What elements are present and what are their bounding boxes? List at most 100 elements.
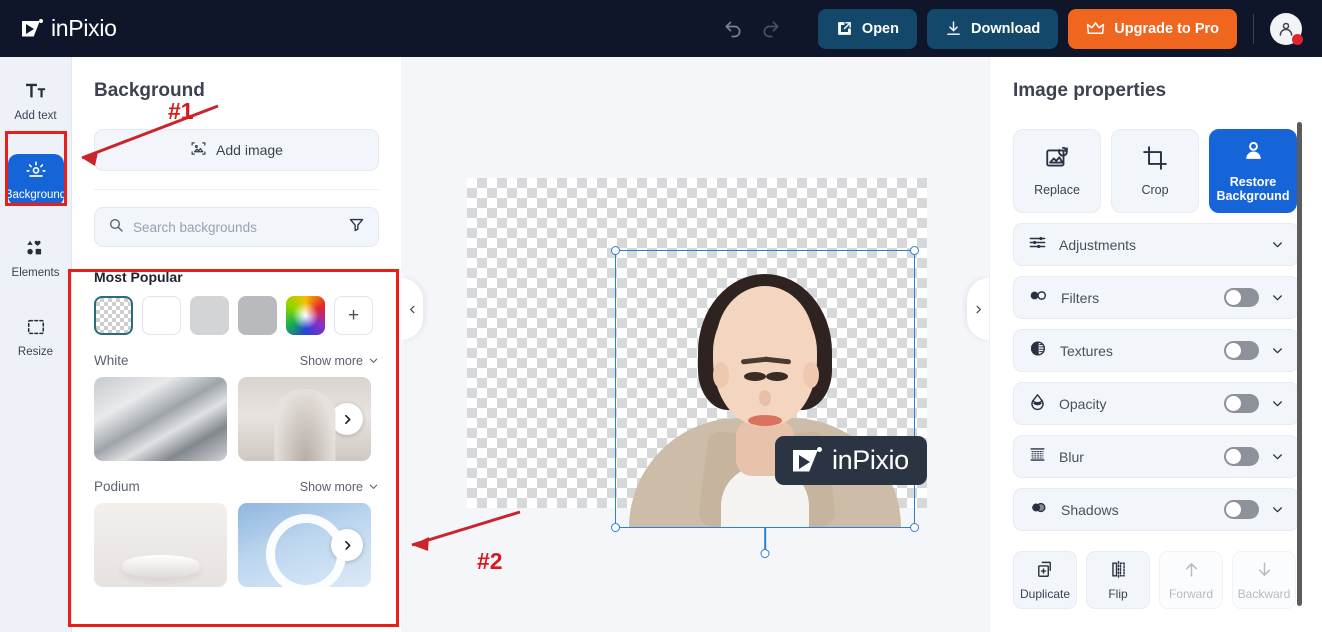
shadows-toggle[interactable]	[1224, 500, 1259, 519]
app-brand-name: inPixio	[51, 15, 117, 41]
search-input[interactable]	[133, 219, 339, 235]
resize-handle-bottom-right[interactable]	[910, 523, 919, 532]
restore-background-button[interactable]: Restore Background	[1209, 129, 1297, 213]
chevron-down-icon[interactable]	[1271, 397, 1284, 410]
add-image-label: Add image	[216, 142, 283, 158]
replace-image-icon	[1044, 145, 1070, 174]
duplicate-button-label: Duplicate	[1019, 586, 1071, 601]
crop-button[interactable]: Crop	[1111, 129, 1199, 213]
row-opacity-label: Opacity	[1059, 395, 1107, 412]
annotation-label-2: #2	[477, 548, 503, 574]
flip-icon	[1109, 560, 1128, 582]
chevron-right-icon	[976, 305, 981, 313]
shadows-icon	[1028, 498, 1049, 522]
chevron-down-icon[interactable]	[1271, 238, 1284, 251]
notification-badge	[1292, 33, 1303, 45]
chevron-down-icon[interactable]	[1271, 503, 1284, 516]
flip-button-label: Flip	[1108, 586, 1128, 601]
backward-button[interactable]: Backward	[1232, 551, 1296, 609]
panel-divider	[94, 189, 379, 190]
resize-handle-top-right[interactable]	[910, 246, 919, 255]
row-shadows-label: Shadows	[1061, 501, 1119, 518]
text-icon	[25, 81, 47, 106]
row-opacity[interactable]: Opacity	[1013, 382, 1299, 425]
user-avatar-icon[interactable]	[1270, 12, 1303, 45]
inpixio-logo-icon	[793, 446, 823, 476]
inpixio-editor: inPixio Open Download Upgrade to Pro Add…	[0, 0, 1322, 632]
filter-icon[interactable]	[348, 216, 365, 238]
rotate-handle[interactable]	[760, 549, 770, 558]
duplicate-button[interactable]: Duplicate	[1013, 551, 1077, 609]
row-blur-label: Blur	[1059, 448, 1084, 465]
search-backgrounds-row	[94, 207, 379, 247]
undo-icon[interactable]	[714, 10, 752, 48]
row-shadows[interactable]: Shadows	[1013, 488, 1299, 531]
upgrade-to-pro-button[interactable]: Upgrade to Pro	[1068, 8, 1237, 49]
collapse-right-panel-button[interactable]	[967, 278, 989, 340]
add-image-icon	[190, 140, 207, 160]
forward-button[interactable]: Forward	[1159, 551, 1223, 609]
resize-handle-top-left[interactable]	[611, 246, 620, 255]
row-filters-label: Filters	[1061, 289, 1100, 306]
download-button[interactable]: Download	[926, 8, 1059, 49]
crop-button-label: Crop	[1141, 182, 1169, 197]
blur-toggle[interactable]	[1224, 447, 1259, 466]
textures-icon	[1028, 339, 1048, 363]
flip-button[interactable]: Flip	[1086, 551, 1150, 609]
sidebar-item-resize-label: Resize	[17, 346, 54, 358]
add-image-button[interactable]: Add image	[94, 129, 379, 171]
row-adjustments-label: Adjustments	[1059, 236, 1137, 253]
arrow-down-icon	[1255, 560, 1274, 582]
filters-icon	[1028, 286, 1049, 310]
selection-box[interactable]	[611, 246, 919, 558]
upgrade-button-label: Upgrade to Pro	[1114, 20, 1219, 37]
chevron-down-icon[interactable]	[1271, 291, 1284, 304]
forward-button-label: Forward	[1168, 586, 1213, 601]
redo-icon[interactable]	[752, 10, 790, 48]
replace-button-label: Replace	[1034, 182, 1080, 197]
row-textures[interactable]: Textures	[1013, 329, 1299, 372]
replace-button[interactable]: Replace	[1013, 129, 1101, 213]
backward-button-label: Backward	[1237, 586, 1291, 601]
crop-icon	[1142, 145, 1168, 174]
opacity-icon	[1028, 392, 1047, 416]
watermark: inPixio	[775, 436, 927, 485]
elements-icon	[25, 238, 47, 263]
sidebar-item-resize[interactable]: Resize	[8, 311, 64, 364]
header-actions: Open Download Upgrade to Pro	[714, 8, 1322, 49]
restore-background-label: Restore Background	[1216, 174, 1290, 204]
properties-actions: Replace Crop Restore Background	[1013, 129, 1322, 213]
watermark-text: inPixio	[832, 445, 909, 475]
row-textures-label: Textures	[1060, 342, 1113, 359]
annotation-box-background-tool	[5, 131, 67, 206]
row-blur[interactable]: Blur	[1013, 435, 1299, 478]
sidebar-item-elements[interactable]: Elements	[8, 232, 64, 285]
sidebar-item-add-text[interactable]: Add text	[8, 75, 64, 128]
duplicate-icon	[1036, 560, 1055, 582]
resize-handle-bottom-left[interactable]	[611, 523, 620, 532]
canvas-area[interactable]: inPixio	[401, 57, 989, 632]
panel-title: Background	[94, 80, 205, 101]
chevron-left-icon	[409, 305, 414, 313]
arrow-up-icon	[1182, 560, 1201, 582]
sidebar-item-elements-label: Elements	[11, 267, 60, 279]
open-button[interactable]: Open	[817, 8, 917, 49]
chevron-down-icon[interactable]	[1271, 450, 1284, 463]
blur-icon	[1028, 445, 1047, 469]
chevron-down-icon[interactable]	[1271, 344, 1284, 357]
inpixio-logo-icon	[22, 18, 44, 40]
row-filters[interactable]: Filters	[1013, 276, 1299, 319]
row-adjustments[interactable]: Adjustments	[1013, 223, 1299, 266]
open-button-label: Open	[861, 20, 899, 37]
resize-icon	[25, 317, 47, 342]
filters-toggle[interactable]	[1224, 288, 1259, 307]
opacity-toggle[interactable]	[1224, 394, 1259, 413]
image-properties-panel: Image properties Replace Crop Restore Ba…	[989, 57, 1322, 632]
restore-background-icon	[1241, 138, 1266, 166]
properties-footer: Duplicate Flip Forward Backward	[1013, 551, 1322, 609]
adjustments-icon	[1028, 233, 1047, 257]
download-button-label: Download	[970, 20, 1041, 37]
properties-scrollbar[interactable]	[1297, 122, 1302, 606]
textures-toggle[interactable]	[1224, 341, 1259, 360]
artboard[interactable]: inPixio	[467, 178, 927, 558]
